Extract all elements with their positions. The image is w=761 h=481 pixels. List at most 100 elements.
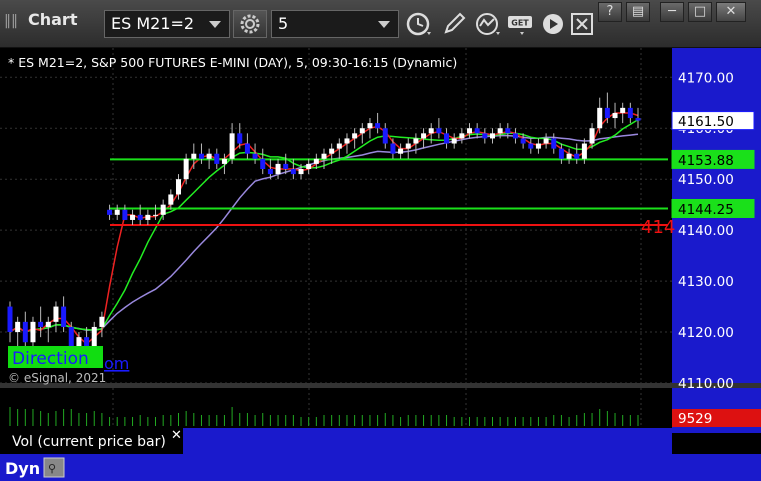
pencil-icon[interactable] [438,10,470,38]
candle-body [22,321,28,343]
candle-body [252,153,258,159]
candle-body [99,316,105,327]
y-tick-label: 4150.00 [678,172,734,188]
candle-body [130,214,136,220]
candle-body [589,128,595,144]
time-axis[interactable] [0,454,761,481]
candle-body [91,326,97,348]
candle-body [451,138,457,144]
restore-button[interactable]: ▤ [626,2,650,22]
candle-body [84,337,90,348]
chevron-down-icon[interactable] [378,21,390,28]
candle-body [260,158,266,169]
candle-body [38,321,44,327]
candle-body [359,128,365,134]
interval-value: 5 [278,14,289,33]
candle-body [566,153,572,159]
app-title: Chart [28,10,78,29]
candle-body [474,128,480,134]
candle-body [398,148,404,154]
study-icon[interactable] [472,10,504,38]
clock-icon[interactable] [403,10,435,38]
gear-icon [240,14,260,34]
play-icon[interactable] [538,10,570,38]
help-button[interactable]: ? [598,2,622,22]
red-level-label: 414 [641,217,675,238]
candle-body [421,133,427,139]
candle-body [298,169,304,175]
candle-body [306,163,312,169]
candle-body [551,138,557,149]
candle-body [137,214,143,220]
candle-body [290,169,296,175]
candle-body [168,194,174,205]
price-tag-label: 4153.88 [678,153,734,169]
maximize-button[interactable]: □ [688,2,712,22]
candle-body [61,306,67,327]
drag-grip-icon[interactable]: ‖‖ [4,13,24,29]
y-tick-label: 4170.00 [678,70,734,86]
chart-area[interactable]: 4110.004120.004130.004140.004150.004160.… [0,48,761,481]
candle-body [107,209,113,215]
close-button[interactable]: ✕ [716,2,746,22]
volume-value: 9529 [678,411,712,427]
svg-text:GET: GET [511,19,529,28]
y-tick-label: 4120.00 [678,325,734,341]
candle-body [153,214,159,216]
candle-body [482,133,488,139]
candle-body [497,128,503,134]
candle-body [505,128,511,134]
get-data-icon[interactable]: GET [506,10,538,38]
candle-body [30,321,36,343]
candle-body [114,209,120,215]
candle-body [244,143,250,154]
price-tag-label: 4144.25 [678,202,734,218]
candle-body [160,204,166,215]
chart-title: * ES M21=2, S&P 500 FUTURES E-MINI (DAY)… [8,55,457,70]
candle-body [336,143,342,149]
symbol-value: ES M21=2 [111,14,195,33]
direction-label: Direction [12,349,89,369]
symbol-input[interactable]: ES M21=2 [104,10,230,38]
candle-body [413,138,419,144]
candle-body [489,133,495,139]
interval-input[interactable]: 5 [271,10,399,38]
candle-body [382,128,388,144]
toolbar: ‖‖ Chart ES M21=2 5 GET ? ▤ ─ □ ✕ [0,0,761,48]
candle-body [604,107,610,119]
close-chart-icon[interactable] [568,10,600,38]
candle-body [198,153,204,159]
candle-body [558,148,564,159]
candle-body [367,123,373,129]
close-icon[interactable]: ✕ [171,428,182,443]
candle-body [267,169,273,175]
candle-body [183,158,189,180]
candle-body [635,118,641,121]
candle-body [528,143,534,149]
candle-body [512,133,518,139]
candle-body [627,107,633,119]
candle-body [53,306,59,322]
direction-suffix[interactable]: om [104,354,129,373]
candle-body [428,128,434,134]
chevron-down-icon[interactable] [209,21,221,28]
dyn-label: Dyn [5,459,40,478]
candle-body [206,153,212,159]
candle-body [459,133,465,139]
candle-body [7,306,13,333]
candle-body [390,143,396,154]
candle-body [313,158,319,164]
lock-icon-glyph: ⚲ [48,462,56,475]
candle-body [620,107,626,113]
gear-button[interactable] [233,10,267,38]
candle-body [436,128,442,134]
volume-header-bar [183,428,672,454]
candle-body [68,326,74,348]
minimize-button[interactable]: ─ [660,2,684,22]
candle-body [221,158,227,164]
candle-body [405,143,411,149]
candle-body [191,153,197,159]
candle-body [574,153,580,159]
candle-body [76,337,82,348]
candle-body [175,179,181,195]
